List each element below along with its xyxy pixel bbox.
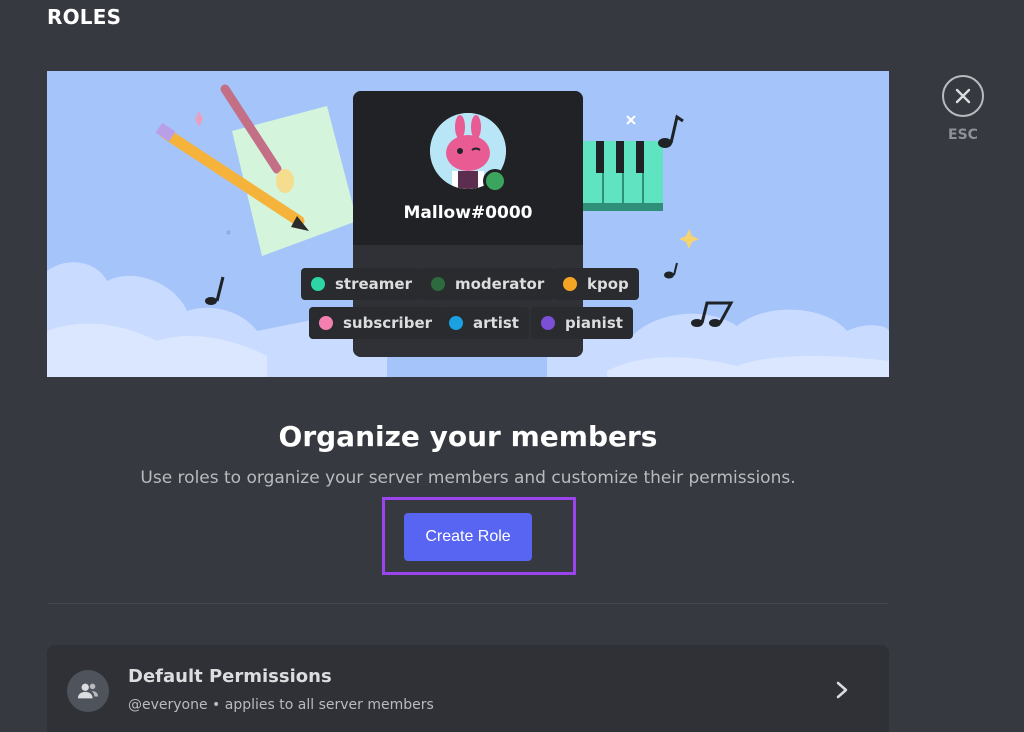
- close-icon: [955, 88, 971, 104]
- role-color-dot: [449, 316, 463, 330]
- create-role-button[interactable]: Create Role: [404, 513, 532, 561]
- members-icon: [67, 670, 109, 712]
- page-title: ROLES: [47, 5, 122, 29]
- role-color-dot: [431, 277, 445, 291]
- chevron-right-icon: [836, 681, 848, 699]
- default-permissions-subtitle: @everyone • applies to all server member…: [128, 697, 434, 713]
- role-tag-label: artist: [473, 314, 519, 332]
- role-tag-label: subscriber: [343, 314, 433, 332]
- role-tag-label: streamer: [335, 275, 412, 293]
- default-permissions-row[interactable]: Default Permissions @everyone • applies …: [47, 645, 889, 732]
- role-color-dot: [311, 277, 325, 291]
- role-tag-pianist: pianist: [531, 307, 633, 339]
- role-color-dot: [563, 277, 577, 291]
- role-tag-streamer: streamer: [301, 268, 422, 300]
- role-tag-label: pianist: [565, 314, 623, 332]
- default-permissions-title: Default Permissions: [128, 666, 332, 687]
- profile-card-body: [353, 245, 583, 357]
- empty-state-description: Use roles to organize your server member…: [140, 468, 796, 488]
- close-control[interactable]: ESC: [940, 75, 986, 143]
- role-tag-label: kpop: [587, 275, 629, 293]
- online-status-badge: [483, 169, 507, 193]
- close-button[interactable]: [942, 75, 984, 117]
- role-tag-kpop: kpop: [553, 268, 639, 300]
- role-tag-moderator: moderator: [421, 268, 555, 300]
- role-tag-subscriber: subscriber: [309, 307, 443, 339]
- esc-label: ESC: [948, 127, 978, 143]
- role-tag-artist: artist: [439, 307, 529, 339]
- role-color-dot: [541, 316, 555, 330]
- empty-state-headline: Organize your members: [278, 420, 658, 453]
- role-tag-label: moderator: [455, 275, 545, 293]
- roles-illustration-banner: Mallow#0000 streamer moderator kpop subs…: [47, 71, 889, 377]
- divider: [47, 603, 889, 604]
- role-color-dot: [319, 316, 333, 330]
- profile-username: Mallow#0000: [403, 203, 533, 223]
